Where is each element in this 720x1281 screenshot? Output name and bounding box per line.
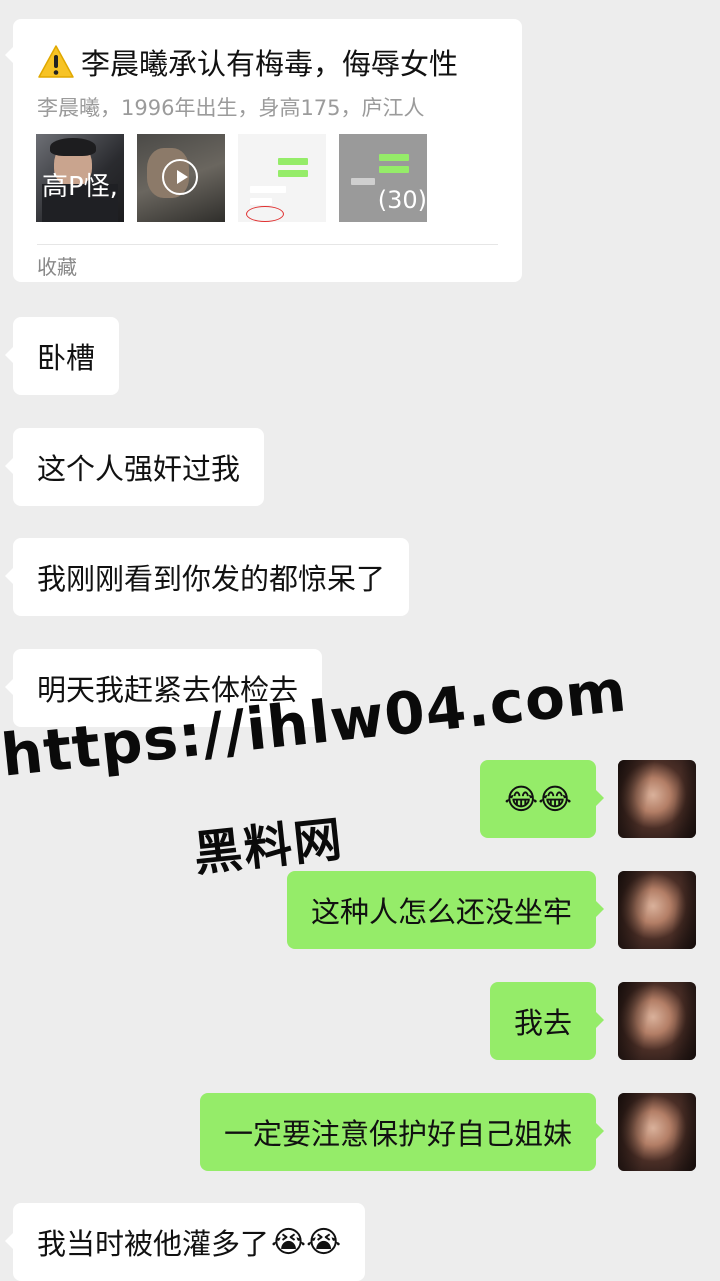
avatar[interactable] — [618, 871, 696, 949]
avatar-shade — [618, 982, 696, 1060]
message-text: 我当时被他灌多了 — [37, 1227, 270, 1261]
card-divider — [37, 244, 498, 245]
crying-emoji: 😭😭 — [271, 1224, 342, 1260]
card-thumbnail-video[interactable] — [137, 134, 225, 222]
thumbnail-caption: 高P怪, — [42, 172, 118, 202]
hair-shape — [50, 138, 96, 156]
card-title-text: 李晨曦承认有梅毒，侮辱女性 — [81, 47, 459, 81]
chat-message-outgoing[interactable]: 这种人怎么还没坐牢 — [286, 871, 605, 949]
chat-message-incoming[interactable]: 这个人强奸过我 — [4, 428, 265, 506]
card-thumbnail-1[interactable]: 高P怪, — [36, 134, 124, 222]
screenshot-bubble — [278, 158, 308, 165]
shared-link-card[interactable]: 李晨曦承认有梅毒，侮辱女性 李晨曦，1996年出生，身高175，庐江人 高P怪,… — [5, 19, 522, 282]
chat-message-outgoing[interactable]: 我去 — [489, 982, 605, 1060]
chat-message-outgoing[interactable]: 一定要注意保护好自己姐妹 — [199, 1093, 605, 1171]
screenshot-bubble — [351, 178, 375, 185]
avatar-shade — [618, 1093, 696, 1171]
screenshot-bubble — [250, 186, 286, 193]
red-circle-mark — [246, 206, 284, 222]
card-title: 李晨曦承认有梅毒，侮辱女性 — [37, 41, 458, 83]
avatar[interactable] — [618, 760, 696, 838]
screenshot-bubble — [379, 154, 409, 161]
card-thumbnail-screenshot-2[interactable]: (30) — [339, 134, 427, 222]
screenshot-bubble — [250, 198, 272, 205]
chat-message-incoming[interactable]: 我刚刚看到你发的都惊呆了 — [4, 538, 410, 616]
chat-message-outgoing[interactable]: 😂😂 — [480, 760, 604, 838]
screenshot-bubble — [278, 170, 308, 177]
image-count: (30) — [377, 186, 427, 214]
screenshot-bubble — [379, 166, 409, 173]
card-thumbnail-screenshot-1[interactable] — [238, 134, 326, 222]
card-footer-favorites: 收藏 — [37, 255, 77, 279]
avatar-shade — [618, 871, 696, 949]
chat-message-incoming[interactable]: 卧槽 — [4, 317, 120, 395]
warning-icon — [38, 45, 74, 78]
avatar[interactable] — [618, 1093, 696, 1171]
chat-message-incoming[interactable]: 我当时被他灌多了 😭😭 — [4, 1203, 366, 1281]
avatar-shade — [618, 760, 696, 838]
card-subtitle: 李晨曦，1996年出生，身高175，庐江人 — [37, 96, 425, 120]
avatar[interactable] — [618, 982, 696, 1060]
play-icon[interactable] — [162, 159, 198, 195]
